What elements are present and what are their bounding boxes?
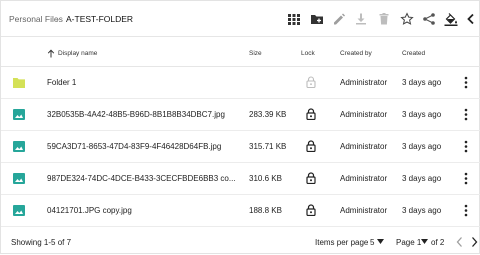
- table-row[interactable]: 59CA3D71-8653-47D4-83F9-4F46428D64FB.jpg…: [1, 131, 480, 163]
- table-row[interactable]: 04121701.JPG copy.jpg 188.8 KB Administr…: [1, 195, 480, 227]
- row-created-by: Administrator: [340, 78, 388, 87]
- color-fill-icon[interactable]: [444, 12, 458, 26]
- image-file-icon: [13, 141, 25, 152]
- image-file-icon: [13, 173, 25, 184]
- file-browser: Personal Files › A-TEST-FOLDER Display n…: [0, 0, 480, 254]
- more-options-icon[interactable]: [463, 204, 469, 217]
- breadcrumb-separator: ›: [56, 14, 59, 24]
- table-row[interactable]: 32B0535B-4A42-48B5-B96D-8B1B8B34DBC7.jpg…: [1, 99, 480, 131]
- favorite-star-icon[interactable]: [400, 12, 414, 26]
- header-created[interactable]: Created: [402, 50, 425, 58]
- row-created-by: Administrator: [340, 110, 388, 119]
- row-size: 315.71 KB: [249, 142, 287, 151]
- pagination-footer: Showing 1-5 of 7 Items per page 5 Page 1…: [1, 229, 480, 255]
- sort-arrow-up-icon[interactable]: [47, 49, 55, 58]
- table-row[interactable]: 987DE324-74DC-4DCE-B433-3CECFBDE6BB3 co.…: [1, 163, 480, 195]
- more-options-icon[interactable]: [463, 108, 469, 121]
- toolbar: Personal Files › A-TEST-FOLDER: [1, 1, 480, 37]
- row-size: 188.8 KB: [249, 206, 282, 215]
- row-created: 3 days ago: [402, 142, 442, 151]
- lock-icon[interactable]: [306, 108, 316, 120]
- more-options-icon[interactable]: [463, 140, 469, 153]
- row-created: 3 days ago: [402, 206, 442, 215]
- next-page-icon[interactable]: [470, 236, 479, 248]
- header-created-by[interactable]: Created by: [340, 50, 372, 58]
- download-icon[interactable]: [354, 12, 368, 26]
- new-folder-icon[interactable]: [310, 12, 324, 26]
- row-name[interactable]: 59CA3D71-8653-47D4-83F9-4F46428D64FB.jpg: [47, 142, 277, 152]
- row-name[interactable]: 04121701.JPG copy.jpg: [47, 206, 277, 216]
- row-created-by: Administrator: [340, 142, 388, 151]
- table-header: Display name Size Lock Created by Create…: [1, 37, 480, 67]
- previous-page-icon[interactable]: [455, 236, 464, 248]
- breadcrumb-parent[interactable]: Personal Files: [9, 14, 63, 24]
- row-created: 3 days ago: [402, 174, 442, 183]
- folder-icon: [13, 77, 25, 88]
- items-per-page-dropdown-icon[interactable]: [377, 239, 384, 244]
- row-name[interactable]: 987DE324-74DC-4DCE-B433-3CECFBDE6BB3 co.…: [47, 174, 277, 184]
- table-row[interactable]: Folder 1 Administrator 3 days ago: [1, 67, 480, 99]
- showing-range: Showing 1-5 of 7: [11, 238, 72, 247]
- lock-icon[interactable]: [306, 140, 316, 152]
- page-select[interactable]: Page 1: [396, 238, 421, 248]
- delete-icon[interactable]: [377, 12, 391, 26]
- page-total: of 2: [431, 238, 445, 247]
- share-icon[interactable]: [422, 12, 436, 26]
- row-created: 3 days ago: [402, 78, 442, 87]
- collapse-chevron-icon[interactable]: [464, 12, 478, 26]
- row-created-by: Administrator: [340, 206, 388, 215]
- edit-icon[interactable]: [332, 12, 346, 26]
- header-lock[interactable]: Lock: [301, 50, 315, 58]
- header-display-name[interactable]: Display name: [58, 50, 97, 58]
- row-created: 3 days ago: [402, 110, 442, 119]
- unlocked-icon[interactable]: [306, 76, 316, 88]
- row-created-by: Administrator: [340, 174, 388, 183]
- image-file-icon: [13, 109, 25, 120]
- row-name[interactable]: 32B0535B-4A42-48B5-B96D-8B1B8B34DBC7.jpg: [47, 110, 277, 120]
- page-dropdown-icon[interactable]: [421, 239, 428, 244]
- row-size: 283.39 KB: [249, 110, 287, 119]
- lock-icon[interactable]: [306, 172, 316, 184]
- breadcrumb-current: A-TEST-FOLDER: [66, 14, 134, 24]
- header-size[interactable]: Size: [249, 50, 262, 58]
- items-per-page-label: Items per page: [315, 238, 369, 247]
- grid-view-icon[interactable]: [287, 12, 301, 26]
- more-options-icon[interactable]: [463, 172, 469, 185]
- more-options-icon[interactable]: [463, 76, 469, 89]
- row-size: 310.6 KB: [249, 174, 282, 183]
- items-per-page-select[interactable]: 5: [370, 238, 374, 248]
- row-name[interactable]: Folder 1: [47, 78, 277, 88]
- image-file-icon: [13, 205, 25, 216]
- lock-icon[interactable]: [306, 204, 316, 216]
